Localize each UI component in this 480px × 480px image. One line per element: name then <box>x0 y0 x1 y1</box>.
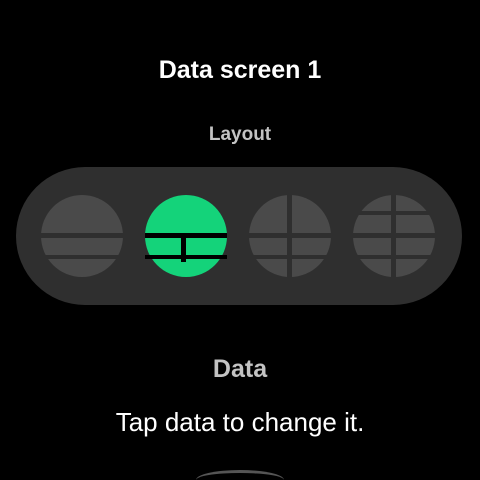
data-heading: Data <box>212 355 268 383</box>
layout-row-and-two-cells-icon <box>145 195 227 277</box>
scroll-indicator <box>196 470 284 480</box>
layout-option-two-rows[interactable] <box>41 195 123 277</box>
layout-four-quadrants-icon <box>249 195 331 277</box>
layout-top-row-quadrants-bottom-icon <box>353 195 435 277</box>
layout-option-row-and-two-cells[interactable] <box>145 195 227 277</box>
layout-section-label: Layout <box>208 124 272 145</box>
data-hint[interactable]: Tap data to change it. <box>0 404 480 440</box>
layout-two-rows-icon <box>41 195 123 277</box>
screen-title: Data screen 1 <box>158 56 322 84</box>
layout-option-four-quadrants[interactable] <box>249 195 331 277</box>
layout-option-grid[interactable] <box>353 195 435 277</box>
